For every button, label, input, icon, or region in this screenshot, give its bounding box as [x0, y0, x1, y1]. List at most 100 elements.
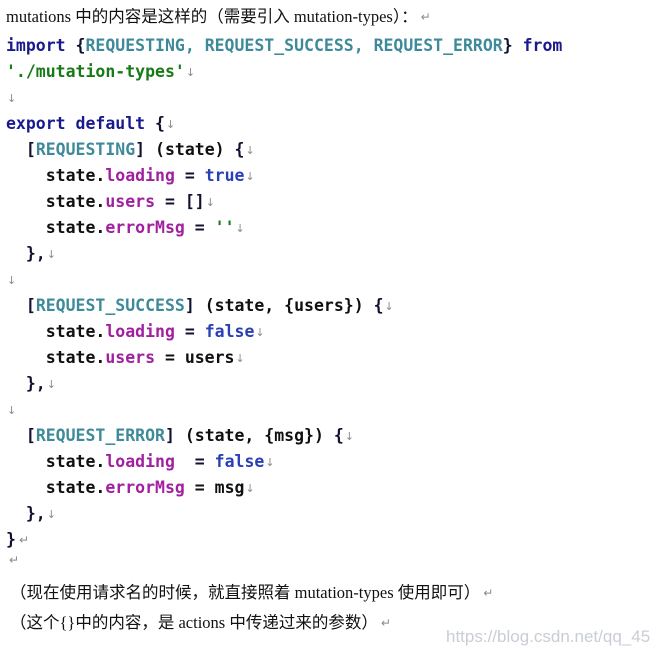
- code-line: export default {↓: [6, 111, 562, 137]
- code-token-punct: {: [333, 426, 344, 445]
- code-token-punct: [: [25, 296, 36, 315]
- line-break-mark-icon: ↓: [46, 508, 56, 521]
- code-token-property: loading: [105, 166, 175, 185]
- code-token-punct: }: [6, 530, 16, 549]
- code-token-boolean: false: [214, 452, 265, 471]
- line-break-mark-icon: ↓: [7, 274, 17, 287]
- code-token-string: './mutation-types': [6, 62, 185, 81]
- line-break-mark-icon: ↓: [265, 456, 275, 469]
- paragraph-mark-icon: ↵: [483, 586, 494, 600]
- code-token-punct: },: [6, 374, 46, 393]
- outro-paragraphs: （现在使用请求名的时候，就直接照着 mutation-types 使用即可） ↵ （…: [10, 578, 493, 638]
- code-line: [REQUEST_ERROR] (state, {msg}) {↓: [6, 423, 562, 449]
- code-line: state.errorMsg = msg↓: [6, 475, 562, 501]
- paragraph-mark-icon: ↵: [18, 533, 29, 547]
- code-token-keyword: export default: [6, 114, 156, 133]
- code-token-property: errorMsg: [105, 218, 185, 237]
- intro-paragraph-text: mutations 中的内容是这样的（需要引入 mutation-types）：: [6, 7, 418, 26]
- code-token-property: users: [105, 348, 156, 367]
- code-line: state.errorMsg = ''↓: [6, 215, 562, 241]
- intro-paragraph-line: mutations 中的内容是这样的（需要引入 mutation-types）：…: [6, 2, 431, 32]
- code-token-property: users: [105, 192, 156, 211]
- code-token-punct: ]: [184, 296, 195, 315]
- code-line: },↓: [6, 371, 562, 397]
- code-token-plain: (state, {msg}): [174, 426, 334, 445]
- code-token-property: loading: [105, 322, 175, 341]
- code-token-plain: state.: [6, 348, 106, 367]
- code-line: state.loading = false↓: [6, 449, 562, 475]
- note-paragraph: （这个{}中的内容，是 actions 中传递过来的参数） ↵: [10, 608, 493, 638]
- code-token-property: errorMsg: [105, 478, 185, 497]
- trailing-blank-paragraph: ↵: [6, 552, 19, 570]
- code-line: state.loading = true↓: [6, 163, 562, 189]
- line-break-mark-icon: ↓: [7, 404, 17, 417]
- line-break-mark-icon: ↓: [245, 482, 255, 495]
- code-token-punct: []: [184, 192, 205, 211]
- code-line: state.users = []↓: [6, 189, 562, 215]
- code-token-plain: state.: [6, 322, 106, 341]
- code-token-punct: =: [174, 452, 215, 471]
- line-break-mark-icon: ↓: [7, 92, 17, 105]
- code-token-punct: =: [184, 218, 215, 237]
- code-token-punct: {: [234, 140, 245, 159]
- code-line: },↓: [6, 241, 562, 267]
- line-break-mark-icon: ↓: [46, 248, 56, 261]
- code-token-punct: },: [6, 504, 46, 523]
- code-token-punct: =: [174, 322, 205, 341]
- code-line: './mutation-types'↓: [6, 59, 562, 85]
- intro-paragraph: mutations 中的内容是这样的（需要引入 mutation-types）：…: [6, 2, 431, 32]
- code-token-punct: ]: [135, 140, 146, 159]
- code-block: import {REQUESTING, REQUEST_SUCCESS, REQ…: [6, 33, 562, 553]
- code-token-punct: {: [75, 36, 86, 55]
- code-token-punct: =: [155, 192, 185, 211]
- code-token-plain: (state, {users}): [194, 296, 374, 315]
- code-line: [REQUESTING] (state) {↓: [6, 137, 562, 163]
- code-token-plain: (state): [145, 140, 235, 159]
- code-token-punct: {: [155, 114, 165, 133]
- code-line: import {REQUESTING, REQUEST_SUCCESS, REQ…: [6, 33, 562, 59]
- note-paragraph-text: （现在使用请求名的时候，就直接照着 mutation-types 使用即可）: [10, 583, 481, 602]
- code-token-plain: state.: [6, 166, 106, 185]
- line-break-mark-icon: ↓: [344, 430, 354, 443]
- code-token-plain: state.: [6, 478, 106, 497]
- code-token-string: '': [214, 218, 235, 237]
- code-token-punct: },: [6, 244, 46, 263]
- note-paragraph-text: （这个{}中的内容，是 actions 中传递过来的参数）: [10, 613, 378, 632]
- paragraph-mark-icon: ↵: [380, 616, 391, 630]
- code-token-punct: =: [174, 166, 205, 185]
- line-break-mark-icon: ↓: [245, 144, 255, 157]
- code-token-punct: ]: [164, 426, 175, 445]
- code-token-plain: state.: [6, 452, 106, 471]
- code-token-property: loading: [105, 452, 175, 471]
- code-token-boolean: true: [204, 166, 245, 185]
- code-line: ↓: [6, 397, 562, 423]
- line-break-mark-icon: ↓: [255, 326, 265, 339]
- code-line: } ↵: [6, 527, 562, 553]
- line-break-mark-icon: ↓: [46, 378, 56, 391]
- code-line: ↓: [6, 267, 562, 293]
- code-token-punct: [: [25, 426, 36, 445]
- note-paragraph: （现在使用请求名的时候，就直接照着 mutation-types 使用即可） ↵: [10, 578, 493, 608]
- line-break-mark-icon: ↓: [235, 222, 245, 235]
- code-token-plain: = msg: [184, 478, 245, 497]
- code-token-constant: REQUESTING: [35, 140, 136, 159]
- code-line: },↓: [6, 501, 562, 527]
- line-break-mark-icon: ↓: [205, 196, 215, 209]
- code-line: state.users = users↓: [6, 345, 562, 371]
- line-break-mark-icon: ↓: [235, 352, 245, 365]
- code-token-constant: REQUEST_SUCCESS: [35, 296, 185, 315]
- code-line: state.loading = false↓: [6, 319, 562, 345]
- code-token-plain: = users: [155, 348, 235, 367]
- paragraph-mark-icon: ↵: [420, 10, 431, 24]
- code-token-constant: REQUESTING, REQUEST_SUCCESS, REQUEST_ERR…: [85, 36, 503, 55]
- code-token-keyword: import: [6, 36, 76, 55]
- code-token-plain: state.: [6, 192, 106, 211]
- code-token-punct: }: [502, 36, 513, 55]
- code-token-punct: [: [25, 140, 36, 159]
- code-line: [REQUEST_SUCCESS] (state, {users}) {↓: [6, 293, 562, 319]
- code-token-punct: {: [373, 296, 384, 315]
- code-token-keyword: from: [512, 36, 563, 55]
